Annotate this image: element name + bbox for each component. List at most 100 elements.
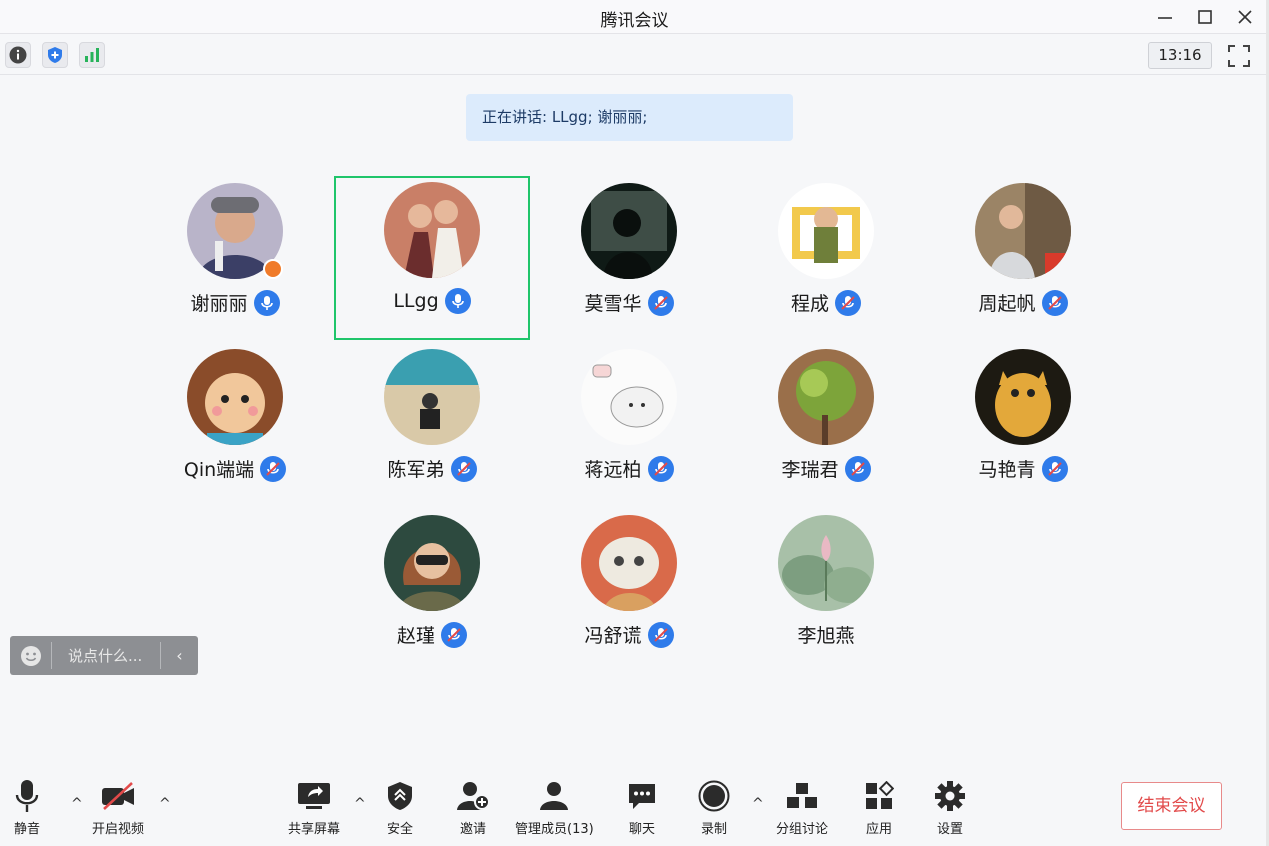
record-button[interactable]: 录制 xyxy=(698,778,730,837)
avatar xyxy=(384,182,480,278)
avatar xyxy=(384,349,480,445)
participant-name: 谢丽丽 xyxy=(190,293,248,315)
share-screen-button[interactable]: 共享屏幕 xyxy=(288,778,340,837)
participant-name: 周起帆 xyxy=(978,293,1036,315)
members-label: 管理成员(13) xyxy=(515,822,594,837)
apps-button[interactable]: 应用 xyxy=(864,778,894,837)
speaking-banner: 正在讲话: LLgg; 谢丽丽; xyxy=(466,94,793,141)
avatar xyxy=(581,515,677,611)
participant-name: 莫雪华 xyxy=(584,293,642,315)
participant-name: 马艳青 xyxy=(978,459,1036,481)
avatar xyxy=(581,183,677,279)
participant-name: 李瑞君 xyxy=(781,459,839,481)
record-icon xyxy=(698,780,730,812)
collapse-chat-button[interactable]: ‹ xyxy=(160,642,198,669)
minimize-icon xyxy=(1158,17,1172,19)
mute-label: 静音 xyxy=(14,822,41,837)
mic-on-icon xyxy=(253,289,280,316)
breakout-icon xyxy=(787,783,817,808)
participant-tile[interactable]: 谢丽丽 xyxy=(137,177,333,341)
mic-on-icon xyxy=(444,288,471,314)
avatar xyxy=(778,183,874,279)
record-options-chevron-up-icon[interactable]: ^ xyxy=(752,796,764,812)
meeting-clock: 13:16 xyxy=(1148,42,1212,69)
invite-button[interactable]: 邀请 xyxy=(456,778,490,837)
chat-icon xyxy=(629,784,655,809)
close-button[interactable] xyxy=(1231,4,1259,30)
participant-name: 冯舒谎 xyxy=(584,625,642,647)
host-badge xyxy=(263,259,283,279)
participant-name: 赵瑾 xyxy=(396,625,435,647)
security-status-button[interactable] xyxy=(42,42,68,68)
chat-button[interactable]: 聊天 xyxy=(627,778,657,837)
chevron-left-icon: ‹ xyxy=(176,646,183,665)
avatar xyxy=(778,515,874,611)
avatar xyxy=(384,515,480,611)
share-options-chevron-up-icon[interactable]: ^ xyxy=(354,796,366,812)
chat-input-box[interactable]: 说点什么... ‹ xyxy=(10,636,198,675)
maximize-icon xyxy=(1198,10,1212,24)
network-status-button[interactable] xyxy=(79,42,105,68)
mic-muted-icon xyxy=(450,455,477,482)
participant-tile[interactable]: 莫雪华 xyxy=(531,177,727,341)
breakout-label: 分组讨论 xyxy=(776,822,829,837)
participant-tile[interactable]: 李旭燕 xyxy=(728,509,924,673)
mic-muted-icon xyxy=(1041,289,1068,316)
apps-label: 应用 xyxy=(865,822,892,837)
info-icon xyxy=(9,46,27,64)
mic-muted-icon xyxy=(647,289,674,316)
emoji-button[interactable] xyxy=(10,642,52,669)
smile-icon xyxy=(20,645,41,666)
avatar xyxy=(581,349,677,445)
minimize-button[interactable] xyxy=(1151,4,1179,30)
mic-muted-icon xyxy=(260,455,287,482)
start-video-button[interactable]: 开启视频 xyxy=(92,778,144,837)
meeting-info-button[interactable] xyxy=(5,42,31,68)
participant-tile[interactable]: 赵瑾 xyxy=(334,509,530,673)
fullscreen-icon xyxy=(1228,45,1250,67)
participant-name: LLgg xyxy=(393,290,439,312)
mute-button[interactable]: 静音 xyxy=(14,778,40,837)
participant-tile[interactable]: 蒋远柏 xyxy=(531,343,727,507)
share-label: 共享屏幕 xyxy=(288,822,341,837)
signal-icon xyxy=(85,48,99,62)
microphone-icon xyxy=(15,780,39,812)
mic-muted-icon xyxy=(835,289,861,316)
mic-muted-icon xyxy=(844,455,871,482)
breakout-rooms-button[interactable]: 分组讨论 xyxy=(776,778,828,837)
participant-tile[interactable]: 陈军弟 xyxy=(334,343,530,507)
settings-label: 设置 xyxy=(936,822,963,837)
video-options-chevron-up-icon[interactable]: ^ xyxy=(159,796,171,812)
bottom-toolbar: 静音 ^ 开启视频 ^ 共享屏幕 ^ 安全 邀请 管理成员(13) 聊天 录制 … xyxy=(0,770,1269,846)
participant-name: Qin端端 xyxy=(183,459,255,481)
close-icon xyxy=(1238,10,1252,24)
mic-muted-icon xyxy=(647,621,674,648)
participant-tile[interactable]: 李瑞君 xyxy=(728,343,924,507)
participant-tile[interactable]: 马艳青 xyxy=(925,343,1121,507)
manage-members-button[interactable]: 管理成员(13) xyxy=(515,778,594,837)
members-icon xyxy=(540,782,569,810)
mic-muted-icon xyxy=(647,455,674,482)
audio-options-chevron-up-icon[interactable]: ^ xyxy=(71,796,83,812)
participant-name: 蒋远柏 xyxy=(584,459,642,481)
mic-muted-icon xyxy=(441,621,467,648)
participant-tile[interactable]: 周起帆 xyxy=(925,177,1121,341)
avatar xyxy=(187,349,283,445)
mic-muted-icon xyxy=(1041,455,1068,482)
shield-icon xyxy=(48,47,62,63)
avatar xyxy=(975,349,1071,445)
settings-button[interactable]: 设置 xyxy=(934,778,966,837)
share-screen-icon xyxy=(298,783,330,809)
chat-placeholder[interactable]: 说点什么... xyxy=(52,645,160,666)
invite-label: 邀请 xyxy=(459,822,486,837)
participant-name: 程成 xyxy=(790,293,829,315)
security-button[interactable]: 安全 xyxy=(386,778,414,837)
maximize-button[interactable] xyxy=(1191,4,1219,30)
meeting-info-bar: 13:16 xyxy=(0,35,1269,75)
participant-tile[interactable]: Qin端端 xyxy=(137,343,333,507)
participant-tile-active[interactable]: LLgg xyxy=(334,176,530,340)
fullscreen-button[interactable] xyxy=(1226,43,1252,69)
participant-tile[interactable]: 冯舒谎 xyxy=(531,509,727,673)
end-meeting-button[interactable]: 结束会议 xyxy=(1121,782,1222,830)
participant-tile[interactable]: 程成 xyxy=(728,177,924,341)
